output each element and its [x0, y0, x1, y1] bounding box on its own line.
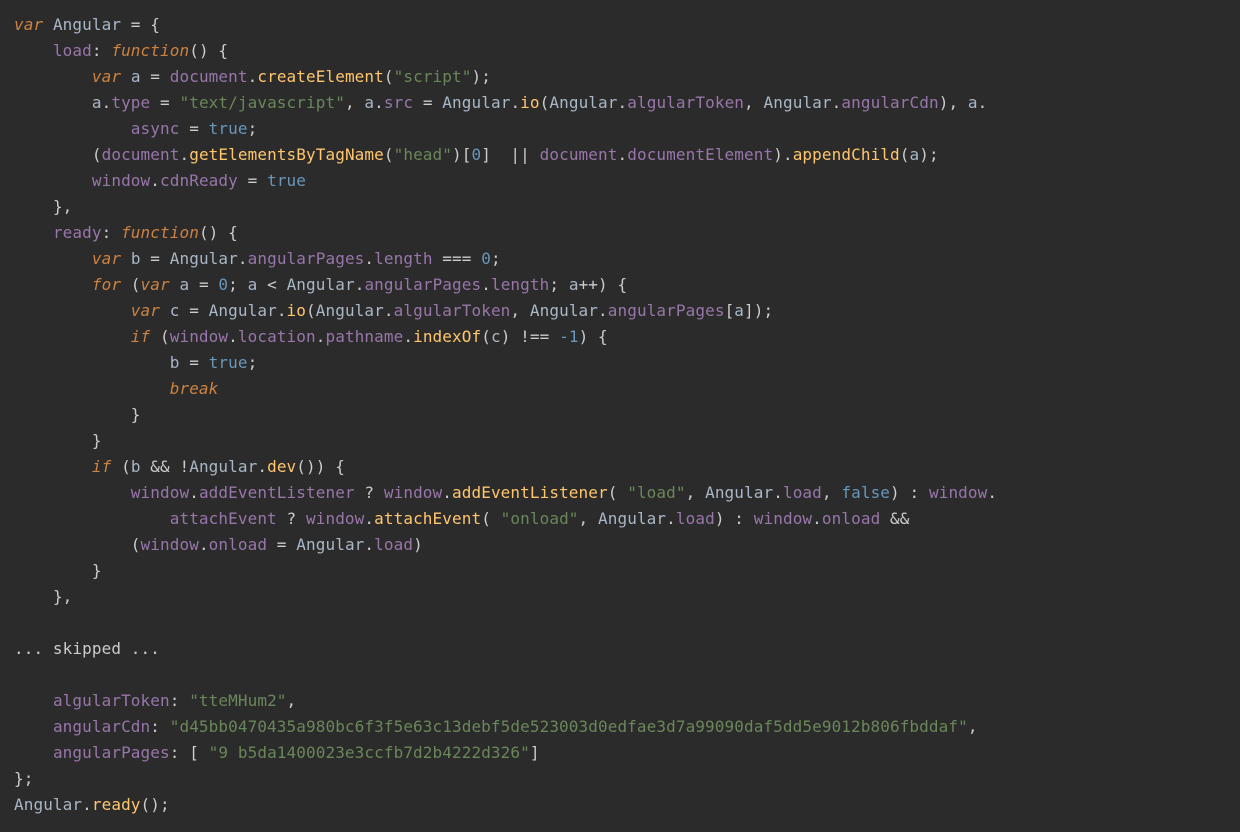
code-line: [14, 665, 24, 684]
code-line: ready: function() {: [14, 223, 238, 242]
code-line: async = true;: [14, 119, 257, 138]
code-line: [14, 613, 24, 632]
code-line: angularPages: [ "9 b5da1400023e3ccfb7d2b…: [14, 743, 540, 762]
code-line: b = true;: [14, 353, 257, 372]
code-line: };: [14, 769, 33, 788]
code-line: Angular.ready();: [14, 795, 170, 814]
code-line: a.type = "text/javascript", a.src = Angu…: [14, 93, 987, 112]
code-line: algularToken: "tteMHum2",: [14, 691, 296, 710]
code-line: },: [14, 197, 72, 216]
code-line: window.addEventListener ? window.addEven…: [14, 483, 997, 502]
code-line: for (var a = 0; a < Angular.angularPages…: [14, 275, 627, 294]
code-line: if (b && !Angular.dev()) {: [14, 457, 345, 476]
code-line: },: [14, 587, 72, 606]
code-line: attachEvent ? window.attachEvent( "onloa…: [14, 509, 910, 528]
code-line: if (window.location.pathname.indexOf(c) …: [14, 327, 608, 346]
code-line: }: [14, 405, 141, 424]
skipped-line: ... skipped ...: [14, 639, 160, 658]
code-line: load: function() {: [14, 41, 228, 60]
code-line: (document.getElementsByTagName("head")[0…: [14, 145, 939, 164]
code-line: (window.onload = Angular.load): [14, 535, 423, 554]
code-line: var a = document.createElement("script")…: [14, 67, 491, 86]
code-line: window.cdnReady = true: [14, 171, 306, 190]
code-line: break: [14, 379, 218, 398]
code-line: var b = Angular.angularPages.length === …: [14, 249, 501, 268]
code-line: var c = Angular.io(Angular.algularToken,…: [14, 301, 773, 320]
code-line: var Angular = {: [14, 15, 160, 34]
code-editor[interactable]: var Angular = { load: function() { var a…: [0, 0, 1240, 818]
code-line: angularCdn: "d45bb0470435a980bc6f3f5e63c…: [14, 717, 978, 736]
code-line: }: [14, 431, 102, 450]
code-line: }: [14, 561, 102, 580]
